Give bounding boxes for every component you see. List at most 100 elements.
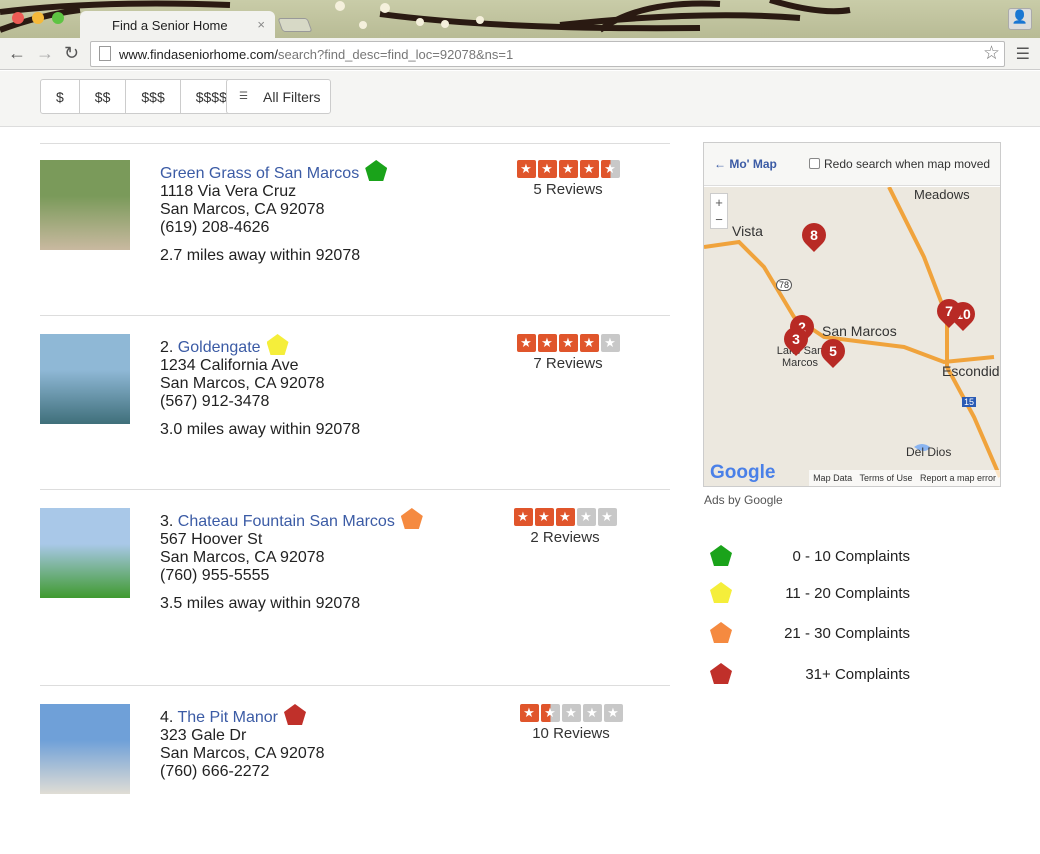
- pin-number: 5: [829, 343, 837, 359]
- browser-toolbar: ← → ↻ www.findaseniorhome.com/search?fin…: [0, 38, 1040, 70]
- star-icon: ★: [600, 160, 620, 178]
- listing-phone: (760) 666-2272: [160, 763, 270, 780]
- price-filter-1[interactable]: $: [41, 80, 80, 113]
- pin-number: 7: [945, 303, 953, 319]
- ads-label: Ads by Google: [704, 493, 783, 507]
- filter-bar: $ $$ $$$ $$$$ ☰ All Filters: [0, 71, 1040, 127]
- listing-rating: ★ ★ ★ ★ ★ 10 Reviews: [516, 704, 626, 742]
- reviews-link[interactable]: 2 Reviews: [510, 529, 620, 546]
- map-pin[interactable]: 7: [932, 294, 966, 328]
- address-bar[interactable]: www.findaseniorhome.com/search?find_desc…: [90, 41, 1005, 67]
- terms-link[interactable]: Terms of Use: [859, 473, 912, 483]
- map-canvas[interactable]: + − Meadows Vista San Marcos Lake San Mar…: [704, 187, 1000, 486]
- close-tab-icon[interactable]: ×: [257, 17, 265, 32]
- map-pin[interactable]: 3: [779, 322, 813, 356]
- listing-photo[interactable]: [40, 704, 130, 794]
- listing-title-link[interactable]: Chateau Fountain San Marcos: [178, 513, 395, 530]
- listing-distance: 3.5 miles away within 92078: [160, 595, 361, 612]
- star-icon: ★: [561, 704, 581, 722]
- report-error-link[interactable]: Report a map error: [920, 473, 996, 483]
- google-logo-text: Google: [710, 462, 776, 483]
- star-rating: ★ ★ ★ ★ ★: [516, 704, 626, 722]
- legend-label: 21 - 30 Complaints: [784, 625, 910, 642]
- legend-label: 0 - 10 Complaints: [792, 548, 910, 565]
- listing-city: San Marcos, CA 92078: [160, 745, 325, 762]
- star-icon: ★: [537, 334, 557, 352]
- listing-number: 2.: [160, 339, 174, 356]
- maximize-window-button[interactable]: [52, 12, 64, 24]
- google-logo: Google: [710, 462, 775, 484]
- reviews-link[interactable]: 5 Reviews: [513, 181, 623, 198]
- legend-item: 31+ Complaints: [710, 663, 910, 686]
- redo-label: Redo search when map moved: [824, 157, 991, 171]
- zoom-in-button[interactable]: +: [711, 194, 727, 211]
- close-window-button[interactable]: [12, 12, 24, 24]
- listing-city: San Marcos, CA 92078: [160, 375, 325, 392]
- listing-address: 1118 Via Vera Cruz: [160, 183, 297, 200]
- complaint-pentagon-icon: [283, 704, 306, 725]
- divider: [40, 489, 670, 490]
- all-filters-label: All Filters: [263, 89, 321, 105]
- minimize-window-button[interactable]: [32, 12, 44, 24]
- listing-photo[interactable]: [40, 334, 130, 424]
- complaint-pentagon-icon: [266, 334, 289, 355]
- listing-rating: ★ ★ ★ ★ ★ 5 Reviews: [513, 160, 623, 198]
- all-filters-button[interactable]: ☰ All Filters: [226, 79, 331, 114]
- listing-title-link[interactable]: Green Grass of San Marcos: [160, 165, 359, 182]
- sliders-icon: ☰: [239, 91, 248, 102]
- price-filter-2[interactable]: $$: [80, 80, 127, 113]
- listing-rating: ★ ★ ★ ★ ★ 2 Reviews: [510, 508, 620, 546]
- listing-item: 4. The Pit Manor 323 Gale Dr San Marcos,…: [40, 704, 670, 854]
- star-icon: ★: [513, 508, 533, 526]
- map-data-link[interactable]: Map Data: [813, 473, 852, 483]
- listing-address: 323 Gale Dr: [160, 727, 247, 744]
- checkbox[interactable]: [809, 158, 820, 169]
- user-profile-icon[interactable]: 👤: [1008, 8, 1032, 30]
- map-header: ← Mo' Map Redo search when map moved: [704, 143, 1000, 186]
- star-icon: ★: [516, 334, 536, 352]
- browser-tab[interactable]: Find a Senior Home ×: [80, 11, 275, 39]
- map-zoom-controls[interactable]: + −: [710, 193, 728, 229]
- map-pin[interactable]: 5: [816, 334, 850, 368]
- listing-distance: 3.0 miles away within 92078: [160, 421, 361, 438]
- map-label: Del Dios: [906, 445, 952, 459]
- reviews-link[interactable]: 10 Reviews: [516, 725, 626, 742]
- redo-search-checkbox[interactable]: Redo search when map moved: [809, 157, 990, 171]
- complaint-pentagon-icon: [710, 582, 732, 603]
- listing-photo[interactable]: [40, 508, 130, 598]
- listing-item: 3. Chateau Fountain San Marcos 567 Hoove…: [40, 508, 670, 658]
- map-pin[interactable]: 8: [797, 218, 831, 252]
- listing-photo[interactable]: [40, 160, 130, 250]
- complaint-pentagon-icon: [365, 160, 388, 181]
- bookmark-star-icon[interactable]: ☆: [983, 42, 1000, 65]
- listing-info: 2. Goldengate 1234 California Ave San Ma…: [160, 334, 360, 439]
- listing-info: 4. The Pit Manor 323 Gale Dr San Marcos,…: [160, 704, 325, 791]
- star-icon: ★: [597, 508, 617, 526]
- new-tab-button[interactable]: [277, 18, 313, 32]
- browser-titlebar: Find a Senior Home × 👤: [0, 0, 1040, 39]
- listing-title-link[interactable]: Goldengate: [178, 339, 261, 356]
- price-filter-3[interactable]: $$$: [126, 80, 181, 113]
- map-label: Meadows: [914, 187, 970, 202]
- menu-icon[interactable]: ☰: [1016, 44, 1030, 64]
- listing-number: 3.: [160, 513, 174, 530]
- complaint-pentagon-icon: [710, 545, 732, 566]
- complaint-pentagon-icon: [710, 663, 732, 684]
- reload-icon[interactable]: ↻: [64, 43, 79, 64]
- star-icon: ★: [558, 334, 578, 352]
- listing-title-link[interactable]: The Pit Manor: [178, 709, 278, 726]
- zoom-out-button[interactable]: −: [711, 211, 727, 228]
- listing-address: 567 Hoover St: [160, 531, 263, 548]
- listing-item: Green Grass of San Marcos 1118 Via Vera …: [40, 160, 670, 310]
- listing-city: San Marcos, CA 92078: [160, 549, 325, 566]
- legend-label: 11 - 20 Complaints: [785, 585, 910, 602]
- legend-item: 11 - 20 Complaints: [710, 582, 910, 605]
- forward-icon[interactable]: →: [36, 43, 54, 64]
- legend-item: 21 - 30 Complaints: [710, 622, 910, 645]
- star-rating: ★ ★ ★ ★ ★: [513, 160, 623, 178]
- mo-map-link[interactable]: ← Mo' Map: [714, 157, 777, 171]
- back-icon[interactable]: ←: [8, 43, 26, 64]
- star-icon: ★: [555, 508, 575, 526]
- divider: [40, 315, 670, 316]
- reviews-link[interactable]: 7 Reviews: [513, 355, 623, 372]
